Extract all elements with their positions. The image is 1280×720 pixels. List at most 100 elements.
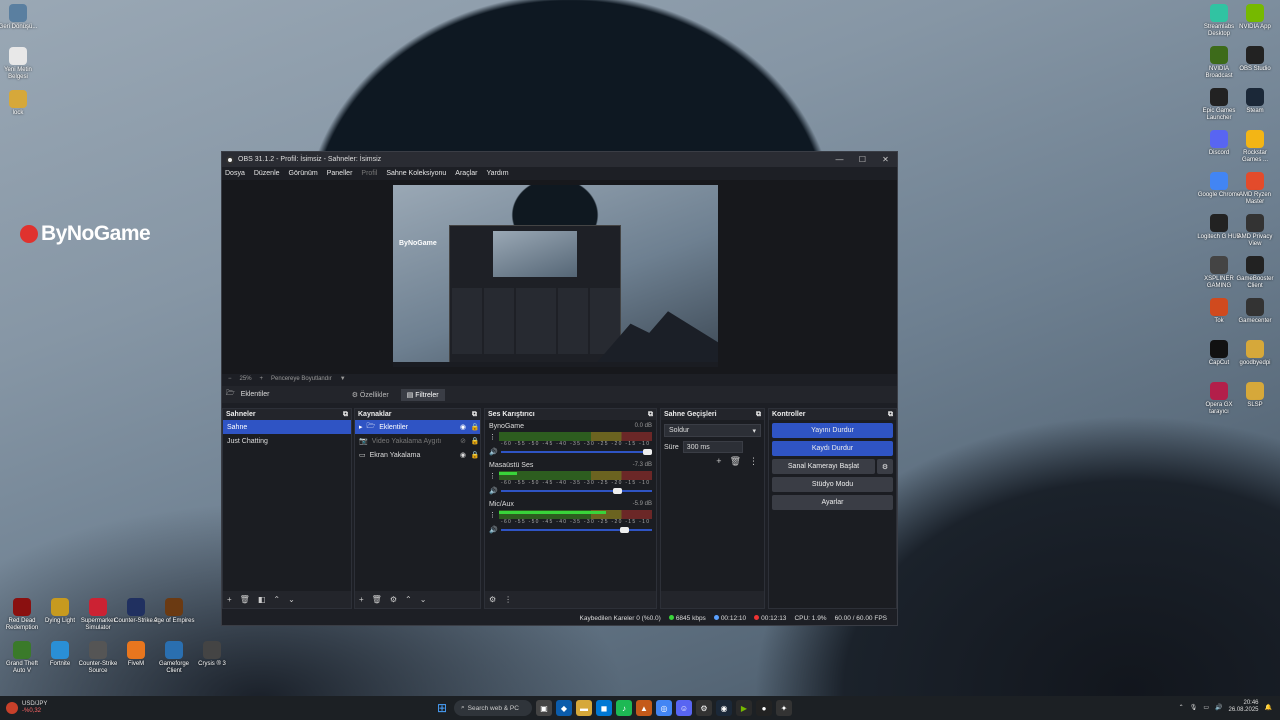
menu-scene-collection[interactable]: Sahne Koleksiyonu [386, 170, 446, 177]
speaker-icon[interactable]: 🔊 [489, 487, 498, 495]
microphone-icon[interactable]: 🎙 [1190, 704, 1198, 711]
desktop-shortcut[interactable]: SLSP [1233, 382, 1277, 409]
speaker-icon[interactable]: 🔊 [489, 448, 498, 456]
studio-mode-button[interactable]: Stüdyo Modu [772, 477, 893, 492]
transition-select[interactable]: Soldur ▾ [664, 424, 761, 437]
menu-view[interactable]: Görünüm [289, 170, 318, 177]
volume-slider-handle[interactable] [643, 449, 652, 455]
desktop-shortcut[interactable]: lock [0, 90, 40, 117]
menu-edit[interactable]: Düzenle [254, 170, 280, 177]
desktop-shortcut[interactable]: Yeni Metin Belgesi [0, 47, 40, 81]
move-up-button[interactable]: ⌃ [405, 595, 412, 604]
expand-arrow-icon[interactable]: ▸ [359, 423, 363, 431]
desktop-shortcut[interactable]: GameBooster Client [1233, 256, 1277, 290]
spotify-icon[interactable]: ♪ [616, 700, 632, 716]
scene-filters-button[interactable]: ◧ [258, 595, 266, 604]
desktop-shortcut[interactable]: AMD Ryzen Master [1233, 172, 1277, 206]
menu-tools[interactable]: Araçlar [455, 170, 477, 177]
scene-item[interactable]: Just Chatting [223, 434, 351, 448]
settings-button[interactable]: Ayarlar [772, 495, 893, 510]
windows-start-icon[interactable]: ⊞ [434, 700, 450, 716]
lock-icon[interactable]: 🔒 [470, 437, 480, 445]
volume-slider[interactable] [500, 527, 652, 533]
zoom-dropdown-icon[interactable]: ▼ [340, 376, 346, 382]
title-bar[interactable]: OBS 31.1.2 - Profil: İsimsiz - Sahneler:… [222, 152, 897, 167]
visibility-eye-icon[interactable]: ◉ [460, 451, 466, 459]
speaker-icon[interactable]: 🔊 [489, 526, 498, 534]
volume-slider[interactable] [500, 449, 652, 455]
desktop-shortcut[interactable]: Crysis ® 3 [190, 641, 234, 668]
move-down-button[interactable]: ⌄ [420, 595, 427, 604]
stop-streaming-button[interactable]: Yayını Durdur [772, 423, 893, 438]
ticker-widget[interactable]: USD/JPY -%0,32 [6, 701, 47, 715]
dock-float-icon[interactable]: ⧉ [472, 411, 477, 419]
add-transition-button[interactable]: + [716, 456, 721, 467]
properties-button[interactable]: ⚙ Özellikler [346, 389, 395, 401]
notification-bell-icon[interactable]: 🔔 [1265, 704, 1272, 711]
channel-menu-icon[interactable]: ⋮ [489, 511, 496, 519]
crysis-icon[interactable]: ✦ [776, 700, 792, 716]
add-source-button[interactable]: + [359, 595, 364, 604]
preview-canvas[interactable]: ByNoGame [393, 185, 718, 367]
close-button[interactable]: ✕ [874, 152, 897, 167]
add-scene-button[interactable]: + [227, 595, 232, 604]
menu-docks[interactable]: Paneller [327, 170, 353, 177]
duration-input[interactable]: 300 ms [682, 441, 743, 453]
desktop-shortcut[interactable]: AMD Privacy View [1233, 214, 1277, 248]
channel-menu-icon[interactable]: ⋮ [489, 433, 496, 441]
dock-float-icon[interactable]: ⧉ [756, 411, 761, 419]
desktop-shortcut[interactable]: Age of Empires [152, 598, 196, 625]
dock-float-icon[interactable]: ⧉ [648, 411, 653, 419]
desktop-shortcut[interactable]: goodbyedpi [1233, 340, 1277, 367]
channel-menu-icon[interactable]: ⋮ [489, 472, 496, 480]
mixer-menu-icon[interactable]: ⋮ [504, 595, 512, 604]
desktop-shortcut[interactable]: NVIDIA App [1233, 4, 1277, 31]
lock-icon[interactable]: 🔒 [470, 451, 480, 459]
advanced-audio-icon[interactable]: ⚙ [489, 595, 496, 604]
visibility-hidden-icon[interactable]: ⊘ [460, 437, 466, 445]
desktop-shortcut[interactable]: Rockstar Games ... [1233, 130, 1277, 164]
menu-profile[interactable]: Profil [361, 170, 377, 177]
nvidia-icon[interactable]: ▶ [736, 700, 752, 716]
menu-help[interactable]: Yardım [486, 170, 508, 177]
filters-button[interactable]: ▤ Filtreler [400, 388, 445, 401]
maximize-button[interactable]: ☐ [851, 152, 874, 167]
zoom-in-button[interactable]: + [260, 376, 264, 382]
move-down-button[interactable]: ⌄ [288, 595, 295, 604]
store-icon[interactable]: ◼ [596, 700, 612, 716]
dock-float-icon[interactable]: ⧉ [343, 411, 348, 419]
move-up-button[interactable]: ⌃ [273, 595, 280, 604]
dock-float-icon[interactable]: ⧉ [888, 411, 893, 419]
volume-icon[interactable]: 🔊 [1215, 704, 1222, 711]
zoom-mode[interactable]: Pencereye Boyutlandır [271, 376, 332, 382]
virtual-camera-settings-icon[interactable]: ⚙ [877, 459, 893, 474]
volume-slider[interactable] [500, 488, 652, 494]
desktop-shortcut[interactable]: OBS Studio [1233, 46, 1277, 73]
lock-icon[interactable]: 🔒 [470, 423, 480, 431]
search-box[interactable]: ⌕ Search web & PC [454, 700, 532, 716]
desktop-shortcut[interactable]: Steam [1233, 88, 1277, 115]
settings-gear-icon[interactable]: ⚙ [696, 700, 712, 716]
start-virtual-camera-button[interactable]: Sanal Kamerayı Başlat [772, 459, 875, 474]
chrome-icon[interactable]: ◎ [656, 700, 672, 716]
volume-slider-handle[interactable] [620, 527, 630, 533]
discord-icon[interactable]: ☺ [676, 700, 692, 716]
remove-scene-button[interactable]: 🗑 [240, 595, 250, 604]
clock[interactable]: 20:46 26.08.2025 [1228, 700, 1258, 714]
source-item[interactable]: ▸ 🗁 Eklentiler ◉ 🔒 [355, 420, 480, 434]
obs-window[interactable]: OBS 31.1.2 - Profil: İsimsiz - Sahneler:… [221, 151, 898, 626]
scene-item[interactable]: Sahne [223, 420, 351, 434]
file-explorer-icon[interactable]: ▬ [576, 700, 592, 716]
source-item[interactable]: 📷 Video Yakalama Aygıtı ⊘ 🔒 [355, 434, 480, 448]
menu-file[interactable]: Dosya [225, 170, 245, 177]
desktop-shortcut[interactable]: Geri Dönüşü... [0, 4, 40, 31]
preview-area[interactable]: ByNoGame [222, 180, 897, 374]
source-item[interactable]: ▭ Ekran Yakalama ◉ 🔒 [355, 448, 480, 462]
visibility-eye-icon[interactable]: ◉ [460, 423, 466, 431]
obs-icon[interactable]: ● [756, 700, 772, 716]
minimize-button[interactable]: — [828, 152, 851, 167]
network-icon[interactable]: ▭ [1203, 704, 1209, 711]
zoom-out-button[interactable]: − [228, 376, 232, 382]
volume-slider-handle[interactable] [612, 488, 622, 494]
tray-chevron-icon[interactable]: ⌃ [1179, 704, 1184, 711]
